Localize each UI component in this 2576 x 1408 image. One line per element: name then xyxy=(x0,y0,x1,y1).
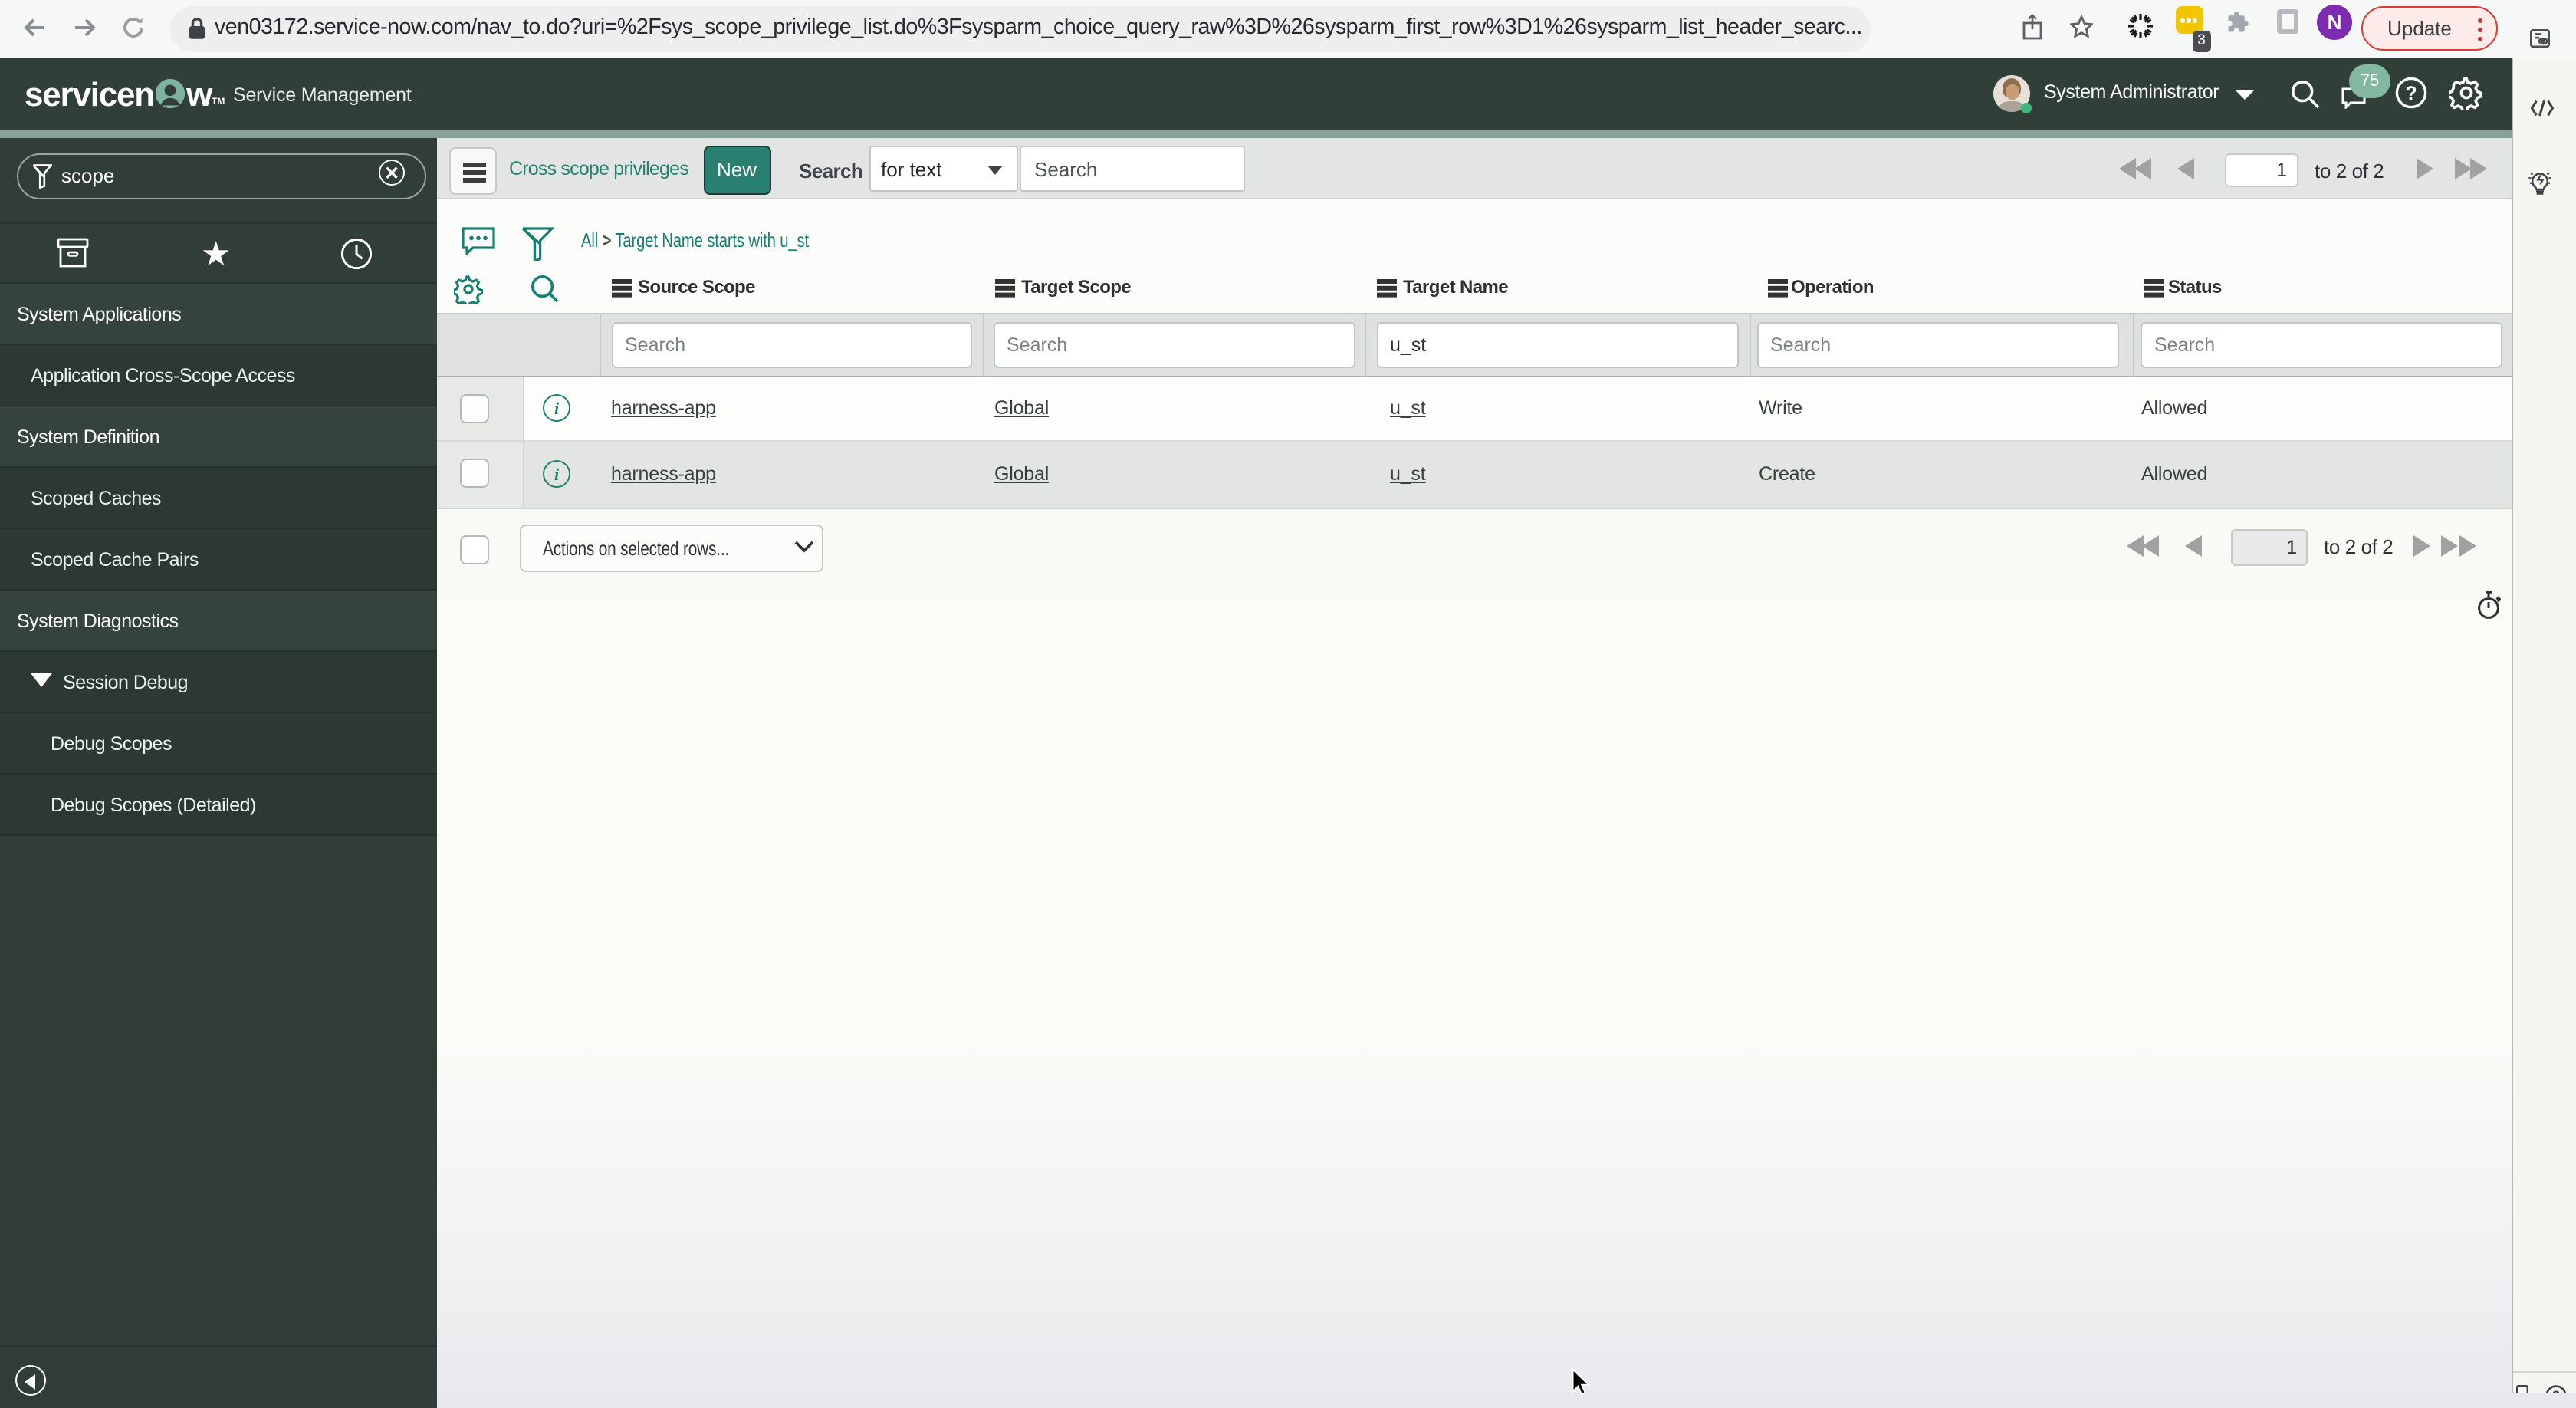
svg-text:?: ? xyxy=(2405,83,2417,104)
